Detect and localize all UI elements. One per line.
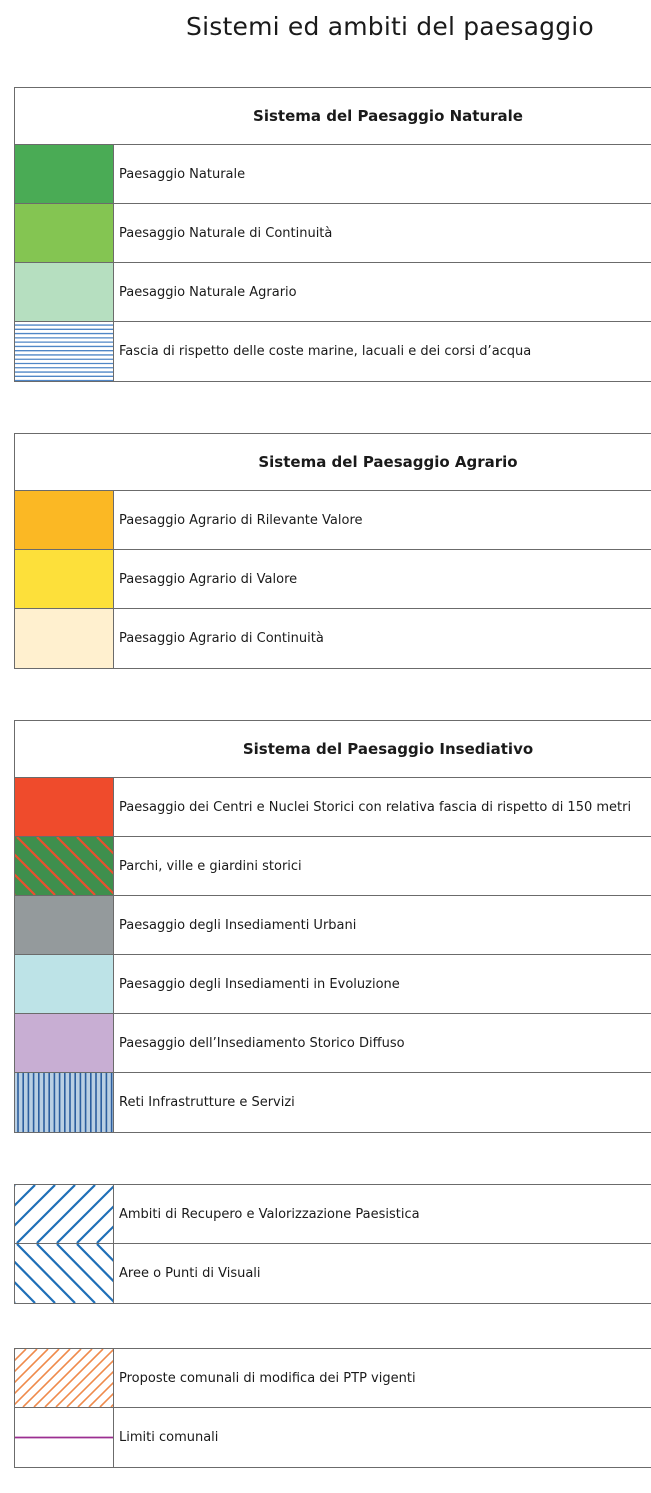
legend-swatch xyxy=(15,1244,114,1303)
section-header: Sistema del Paesaggio Insediativo xyxy=(15,721,651,778)
legend-swatch xyxy=(15,1014,114,1072)
section-header: Sistema del Paesaggio Naturale xyxy=(15,88,651,145)
legend-label: Paesaggio Agrario di Valore xyxy=(119,571,298,587)
legend-row: Paesaggio Naturale xyxy=(15,145,651,204)
legend-row: Ambiti di Recupero e Valorizzazione Paes… xyxy=(15,1185,651,1244)
legend-label: Parchi, ville e giardini storici xyxy=(119,858,302,874)
legend-swatch xyxy=(15,550,114,608)
legend-row: Paesaggio Agrario di Rilevante Valore xyxy=(15,491,651,550)
legend-swatch xyxy=(15,1408,114,1467)
legend-swatch xyxy=(15,322,114,381)
legend-label: Paesaggio Naturale xyxy=(119,166,246,182)
legend-swatch xyxy=(15,609,114,668)
legend-row: Aree o Punti di Visuali xyxy=(15,1244,651,1303)
legend-swatch xyxy=(15,1185,114,1243)
legend-row: Parchi, ville e giardini storici xyxy=(15,837,651,896)
legend-label: Limiti comunali xyxy=(119,1430,219,1445)
legend-label: Paesaggio Naturale di Continuità xyxy=(119,225,333,241)
legend-swatch xyxy=(15,778,114,836)
legend-row: Fascia di rispetto delle coste marine, l… xyxy=(15,322,651,381)
legend-row: Paesaggio degli Insediamenti in Evoluzio… xyxy=(15,955,651,1014)
legend-row: Paesaggio degli Insediamenti Urbani xyxy=(15,896,651,955)
legend-swatch xyxy=(15,896,114,954)
legend-swatch xyxy=(15,837,114,895)
legend-label: Paesaggio dei Centri e Nuclei Storici co… xyxy=(119,799,632,815)
legend-section-municipal: Proposte comunali di modifica dei PTP vi… xyxy=(14,1348,651,1468)
legend-row: Paesaggio Agrario di Valore xyxy=(15,550,651,609)
legend-label: Fascia di rispetto delle coste marine, l… xyxy=(119,344,532,359)
legend-label: Proposte comunali di modifica dei PTP vi… xyxy=(119,1370,416,1386)
section-header: Sistema del Paesaggio Agrario xyxy=(15,434,651,491)
legend-swatch xyxy=(15,491,114,549)
legend-swatch xyxy=(15,1073,114,1132)
legend-label: Paesaggio dell’Insediamento Storico Diff… xyxy=(119,1035,405,1051)
legend-label: Paesaggio degli Insediamenti in Evoluzio… xyxy=(119,976,400,992)
legend-label: Reti Infrastrutture e Servizi xyxy=(119,1095,295,1110)
legend-label: Ambiti di Recupero e Valorizzazione Paes… xyxy=(119,1206,420,1222)
legend-section-agrarian: Sistema del Paesaggio Agrario Paesaggio … xyxy=(14,433,651,669)
legend-row: Paesaggio dell’Insediamento Storico Diff… xyxy=(15,1014,651,1073)
legend-section-settlement: Sistema del Paesaggio Insediativo Paesag… xyxy=(14,720,651,1133)
legend-label: Paesaggio Naturale Agrario xyxy=(119,284,297,300)
legend-section-recovery: Ambiti di Recupero e Valorizzazione Paes… xyxy=(14,1184,651,1304)
legend-swatch xyxy=(15,145,114,203)
legend-section-natural: Sistema del Paesaggio Naturale Paesaggio… xyxy=(14,87,651,382)
legend-label: Paesaggio degli Insediamenti Urbani xyxy=(119,917,357,933)
legend-swatch xyxy=(15,955,114,1013)
page-title: Sistemi ed ambiti del paesaggio xyxy=(186,12,594,41)
legend-row: Paesaggio Naturale Agrario xyxy=(15,263,651,322)
legend-label: Aree o Punti di Visuali xyxy=(119,1266,261,1281)
legend-row: Reti Infrastrutture e Servizi xyxy=(15,1073,651,1132)
legend-row: Paesaggio dei Centri e Nuclei Storici co… xyxy=(15,778,651,837)
legend-swatch xyxy=(15,204,114,262)
legend-swatch xyxy=(15,263,114,321)
legend-row: Paesaggio Agrario di Continuità xyxy=(15,609,651,668)
legend-label: Paesaggio Agrario di Rilevante Valore xyxy=(119,512,363,528)
legend-row: Limiti comunali xyxy=(15,1408,651,1467)
legend-row: Paesaggio Naturale di Continuità xyxy=(15,204,651,263)
legend-label: Paesaggio Agrario di Continuità xyxy=(119,631,324,646)
legend-row: Proposte comunali di modifica dei PTP vi… xyxy=(15,1349,651,1408)
legend-swatch xyxy=(15,1349,114,1407)
